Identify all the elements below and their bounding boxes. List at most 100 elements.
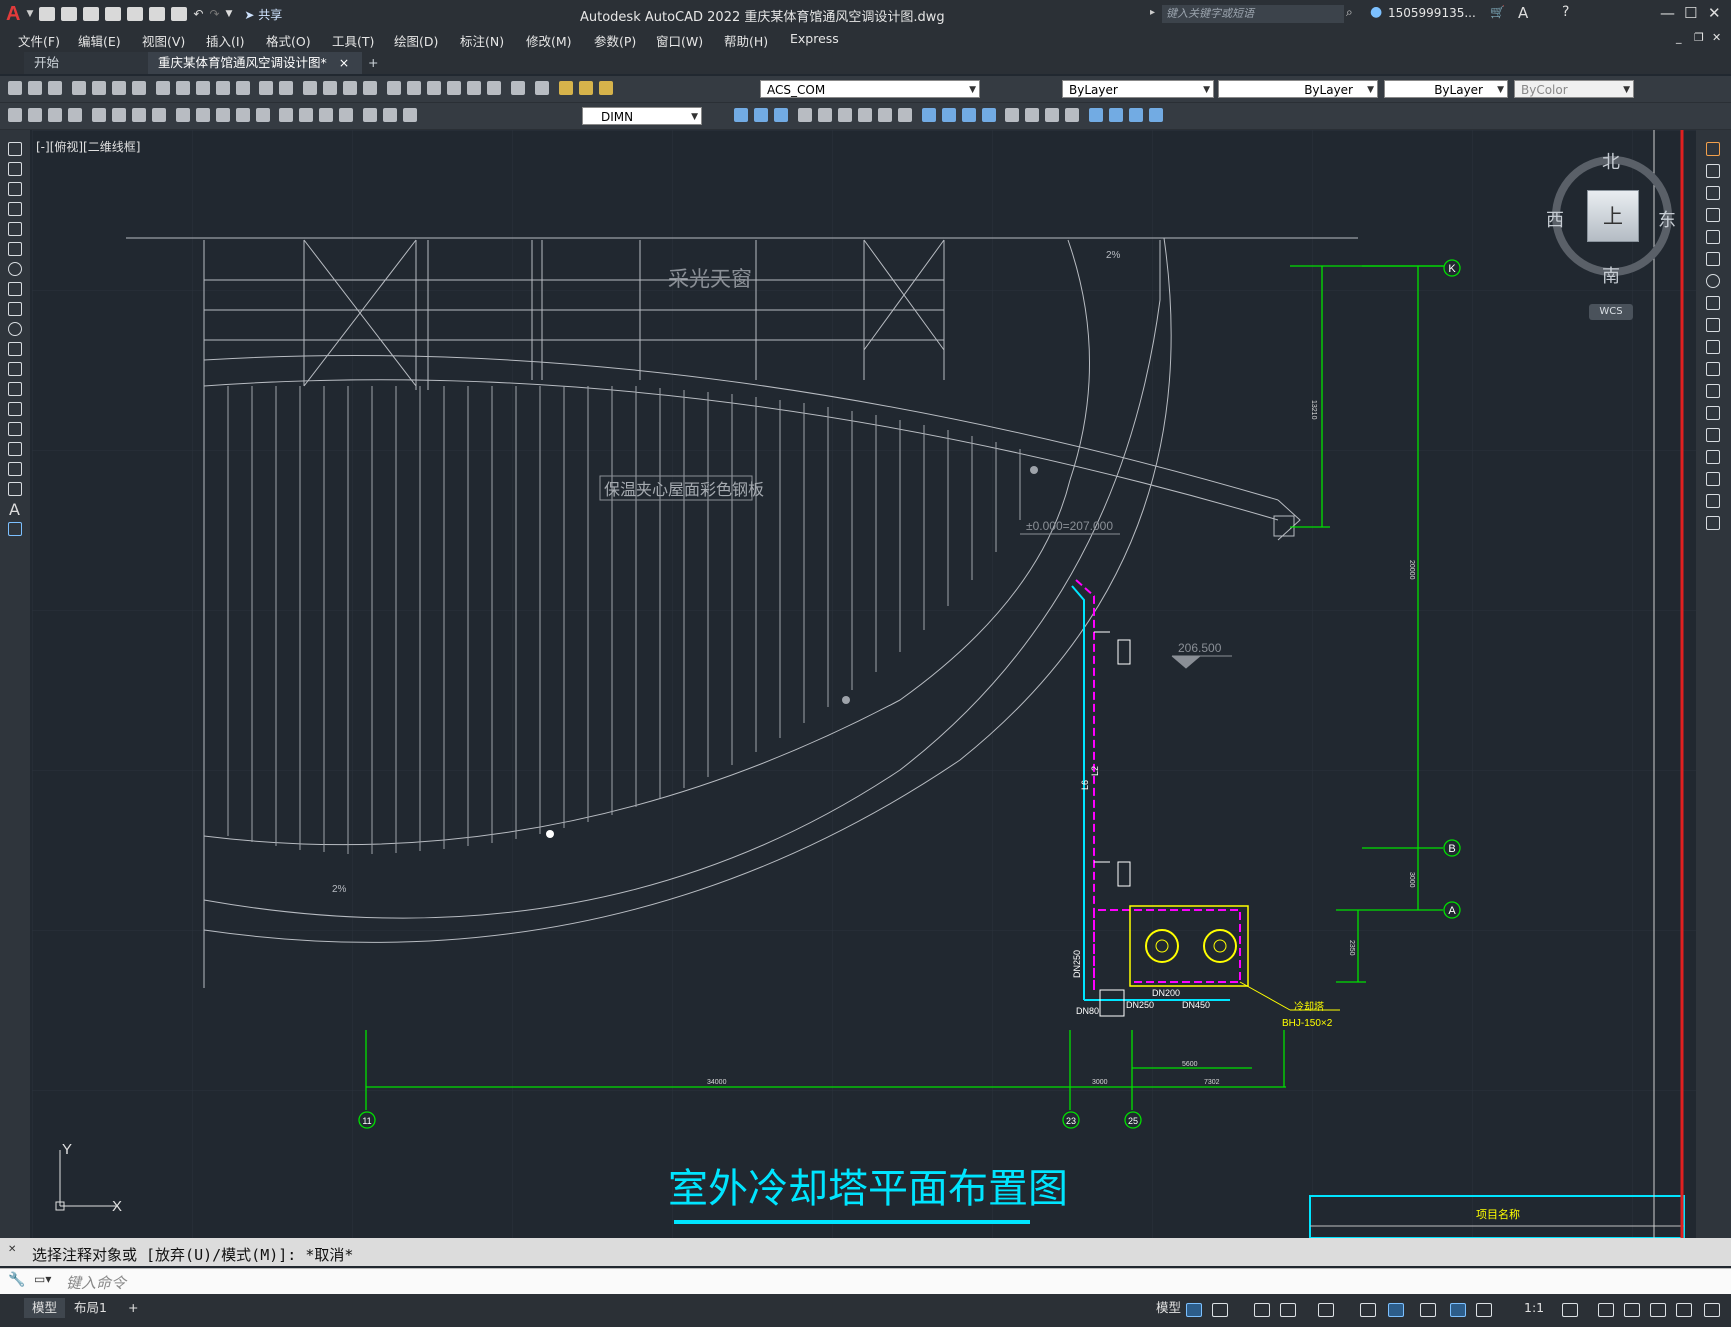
- share-button[interactable]: ➤ 共享: [244, 6, 282, 23]
- dimstyle-dropdown[interactable]: DIMN ▼: [582, 107, 702, 125]
- erase-tool-icon[interactable]: [1706, 142, 1720, 156]
- trim-tool-icon[interactable]: [1706, 340, 1720, 354]
- hardware-acceleration-icon[interactable]: [1676, 1303, 1692, 1317]
- layer-freeze-icon[interactable]: [578, 81, 593, 95]
- user-name[interactable]: 1505999135...: [1388, 6, 1476, 20]
- open-web-icon[interactable]: [127, 7, 144, 21]
- qat-dropdown-icon[interactable]: ▼: [226, 9, 233, 19]
- new-tab-button[interactable]: +: [358, 52, 388, 74]
- snap-icon[interactable]: [1212, 1303, 1228, 1317]
- explode-icon[interactable]: [1065, 108, 1080, 122]
- menu-tools[interactable]: 工具(T): [332, 31, 374, 50]
- layer-properties-icon[interactable]: [534, 81, 549, 95]
- customization-menu-icon[interactable]: [1704, 1303, 1720, 1317]
- chamfer-icon[interactable]: [1005, 108, 1020, 122]
- rectangle-icon[interactable]: [8, 222, 22, 236]
- break-point-icon[interactable]: [1706, 384, 1720, 398]
- qsave-icon[interactable]: [48, 81, 62, 95]
- tab-close-icon[interactable]: ×: [339, 55, 349, 70]
- angular-icon[interactable]: [151, 108, 166, 122]
- doc-close-icon[interactable]: ✕: [1712, 31, 1721, 44]
- spline-icon[interactable]: [8, 302, 22, 316]
- dim-update-icon[interactable]: [403, 108, 418, 122]
- close-command-icon[interactable]: ✕: [8, 1244, 16, 1255]
- array-tool-icon[interactable]: [1706, 230, 1720, 244]
- menu-view[interactable]: 视图(V): [142, 31, 185, 50]
- redo-tool-icon[interactable]: [279, 81, 294, 95]
- bring-front-icon[interactable]: [1109, 108, 1124, 122]
- tab-document[interactable]: 重庆某体育馆通风空调设计图* ×: [148, 52, 362, 74]
- menu-draw[interactable]: 绘图(D): [394, 31, 438, 50]
- search-icon[interactable]: ⌕: [1346, 5, 1353, 20]
- menu-express[interactable]: Express: [790, 31, 839, 46]
- tab-layout1[interactable]: 布局1: [66, 1298, 115, 1318]
- polyline-icon[interactable]: [8, 182, 22, 196]
- dim-space-icon[interactable]: [235, 108, 250, 122]
- 3dprint-icon[interactable]: [131, 81, 146, 95]
- annotation-scale[interactable]: 1:1: [1516, 1298, 1552, 1318]
- offset-icon[interactable]: [797, 108, 812, 122]
- polygon-icon[interactable]: [8, 202, 22, 216]
- arc-length-icon[interactable]: [48, 108, 62, 122]
- auto-scale-icon[interactable]: [1476, 1303, 1492, 1317]
- fillet-tool-icon[interactable]: [1706, 472, 1720, 486]
- send-back-icon[interactable]: [1129, 108, 1144, 122]
- print-icon[interactable]: [71, 81, 86, 95]
- block-editor-icon[interactable]: [235, 81, 250, 95]
- zoom-previous-icon[interactable]: [363, 81, 378, 95]
- command-input-bar[interactable]: [0, 1268, 1731, 1295]
- scale-tool-icon[interactable]: [1706, 296, 1720, 310]
- extend-icon[interactable]: [941, 108, 956, 122]
- undo-icon[interactable]: ↶: [193, 7, 203, 21]
- add-selected-icon[interactable]: [8, 522, 22, 536]
- join-icon[interactable]: [981, 108, 996, 122]
- linear-dim-icon[interactable]: [8, 108, 22, 122]
- center-mark-icon[interactable]: [299, 108, 314, 122]
- copy-icon[interactable]: [175, 81, 190, 95]
- make-block-icon[interactable]: [8, 382, 22, 396]
- tolerance-icon[interactable]: [279, 108, 294, 122]
- save-icon[interactable]: [83, 7, 100, 21]
- customize-wrench-icon[interactable]: 🔧: [8, 1272, 25, 1288]
- mirror-tool-icon[interactable]: [1706, 186, 1720, 200]
- ellipse-arc-icon[interactable]: [8, 342, 22, 356]
- viewport-controls[interactable]: [-][俯视][二维线框]: [36, 138, 140, 155]
- blend-tool-icon[interactable]: [1706, 494, 1720, 508]
- units-icon[interactable]: [1624, 1303, 1640, 1317]
- radius-icon[interactable]: [91, 108, 106, 122]
- stretch-tool-icon[interactable]: [1706, 318, 1720, 332]
- scale-icon[interactable]: [877, 108, 892, 122]
- gradient-icon[interactable]: [8, 442, 22, 456]
- compass-east[interactable]: 东: [1658, 206, 1676, 232]
- redo-icon[interactable]: ↷: [209, 7, 219, 21]
- object-snap-tracking-icon[interactable]: [1318, 1303, 1334, 1317]
- inspect-icon[interactable]: [319, 108, 334, 122]
- layer-dropdown[interactable]: ACS_COM ▼: [760, 80, 980, 98]
- rotate-icon[interactable]: [857, 108, 872, 122]
- copy-obj-icon[interactable]: [754, 108, 768, 122]
- zoom-window-icon[interactable]: [343, 81, 358, 95]
- fillet-icon[interactable]: [1025, 108, 1040, 122]
- open-icon[interactable]: [61, 7, 78, 21]
- compass-south[interactable]: 南: [1602, 262, 1620, 288]
- array-icon[interactable]: [817, 108, 832, 122]
- menu-parametric[interactable]: 参数(P): [594, 31, 636, 50]
- tool-palettes-icon[interactable]: [427, 81, 442, 95]
- cut-icon[interactable]: [155, 81, 170, 95]
- draworder-icon[interactable]: [1089, 108, 1104, 122]
- wcs-menu[interactable]: WCS: [1589, 304, 1633, 320]
- point-icon[interactable]: [8, 402, 22, 416]
- blend-icon[interactable]: [1045, 108, 1060, 122]
- break-tool-icon[interactable]: [1706, 406, 1720, 420]
- move-icon[interactable]: [837, 108, 852, 122]
- matchprop-icon[interactable]: [215, 81, 230, 95]
- help-tool-icon[interactable]: [510, 81, 525, 95]
- arc-icon[interactable]: [8, 242, 22, 256]
- rotate-tool-icon[interactable]: [1706, 274, 1720, 288]
- erase-icon[interactable]: [734, 108, 748, 122]
- mirror-icon[interactable]: [774, 108, 788, 122]
- menu-file[interactable]: 文件(F): [18, 31, 60, 50]
- baseline-icon[interactable]: [195, 108, 210, 122]
- text-front-icon[interactable]: [1149, 108, 1164, 122]
- maximize-icon[interactable]: ☐: [1684, 4, 1697, 22]
